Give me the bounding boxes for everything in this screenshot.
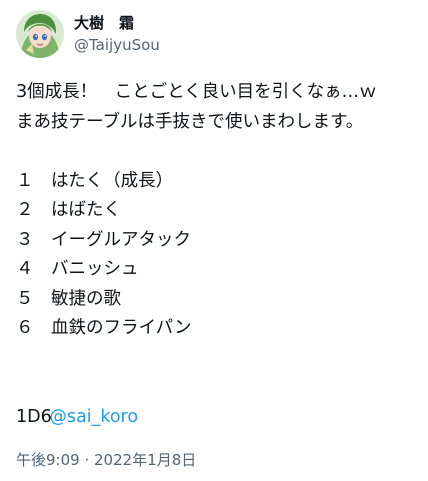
skill-table-row: １ はたく（成長） bbox=[16, 170, 174, 191]
skill-table-row: ２ はばたく bbox=[16, 200, 121, 220]
avatar-icon bbox=[16, 10, 64, 58]
skill-table-row: ６ 血鉄のフライパン bbox=[16, 318, 192, 338]
display-name[interactable]: 大樹 霜 bbox=[74, 13, 160, 33]
skill-table-row: ４ バニッシュ bbox=[16, 259, 139, 279]
skill-table: １ はたく（成長） ２ はばたく ３ イーグルアタック ４ バニッシュ ５ 敏捷… bbox=[16, 167, 416, 344]
mention-link[interactable]: @sai_koro bbox=[49, 407, 138, 427]
user-names: 大樹 霜 @TaijyuSou bbox=[74, 13, 160, 55]
tweet-line: 3個成長！ ことごとく良い目を引くなぁ…ｗ bbox=[16, 82, 377, 102]
tweet: 大樹 霜 @TaijyuSou 3個成長！ ことごとく良い目を引くなぁ…ｗ まあ… bbox=[0, 0, 428, 481]
tweet-header: 大樹 霜 @TaijyuSou bbox=[16, 10, 160, 58]
user-handle[interactable]: @TaijyuSou bbox=[74, 35, 160, 55]
tweet-text: 3個成長！ ことごとく良い目を引くなぁ…ｗ まあ技テーブルは手抜きで使いまわしま… bbox=[16, 78, 416, 432]
tweet-line: まあ技テーブルは手抜きで使いまわします。 bbox=[16, 111, 364, 132]
tweet-timestamp[interactable]: 午後9:09 · 2022年1月8日 bbox=[16, 450, 196, 470]
avatar[interactable] bbox=[16, 10, 64, 58]
skill-table-row: ５ 敏捷の歌 bbox=[16, 288, 121, 309]
skill-table-row: ３ イーグルアタック bbox=[16, 229, 191, 250]
mention-line: @sai_koro bbox=[16, 373, 416, 427]
